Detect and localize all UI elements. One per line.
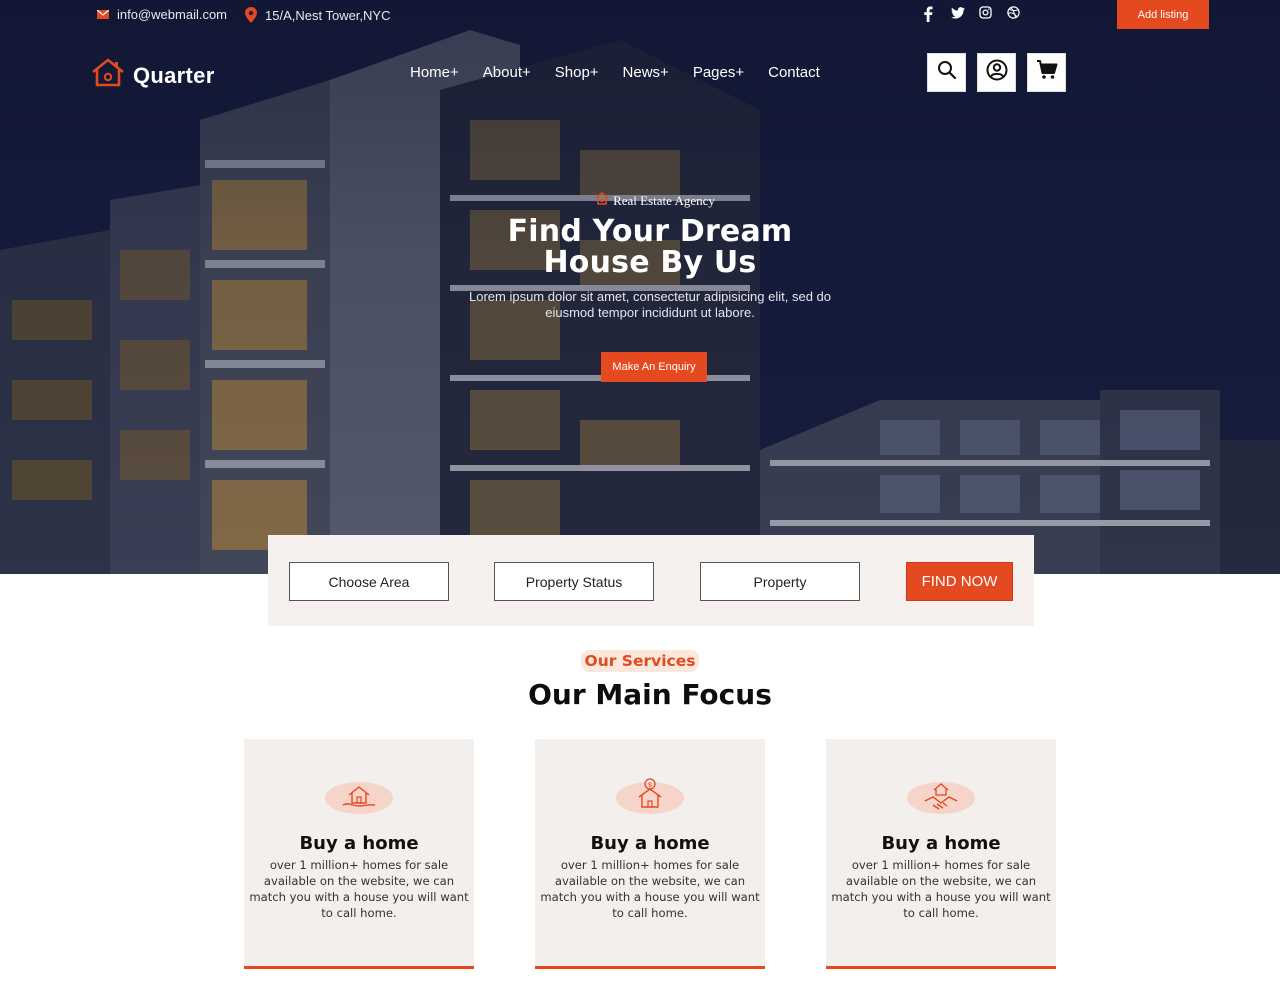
twitter-icon[interactable]: [951, 6, 965, 22]
services-eyebrow-wrap: Our Services: [0, 650, 1280, 672]
choose-area-select[interactable]: Choose Area: [289, 562, 449, 601]
account-button[interactable]: [977, 53, 1016, 92]
house-dollar-icon: $: [614, 775, 686, 824]
service-card[interactable]: $ Buy a home over 1 million+ homes for s…: [535, 739, 765, 969]
service-card-description: over 1 million+ homes for sale available…: [540, 858, 760, 920]
cart-button[interactable]: [1027, 53, 1066, 92]
facebook-icon[interactable]: [923, 6, 937, 22]
mail-icon: [97, 10, 109, 19]
top-email[interactable]: info@webmail.com: [97, 7, 227, 22]
top-bar: info@webmail.com 15/A,Nest Tower,NYC Add…: [0, 0, 1280, 30]
nav-about[interactable]: About+: [483, 64, 531, 81]
brand-name: Quarter: [133, 62, 215, 88]
service-card-title: Buy a home: [881, 833, 1001, 854]
dribbble-icon[interactable]: [1007, 6, 1021, 22]
service-card-description: over 1 million+ homes for sale available…: [831, 858, 1051, 920]
hero-section: info@webmail.com 15/A,Nest Tower,NYC Add…: [0, 0, 1280, 574]
cart-icon: [1036, 60, 1058, 85]
top-address-text: 15/A,Nest Tower,NYC: [265, 7, 391, 23]
service-icon-wrap: [244, 769, 474, 829]
house-hand-icon: [323, 775, 395, 824]
property-search-box: Choose Area Property Status Property FIN…: [268, 535, 1034, 626]
main-nav: Home+ About+ Shop+ News+ Pages+ Contact: [410, 64, 820, 81]
top-address: 15/A,Nest Tower,NYC: [245, 7, 390, 23]
make-enquiry-button[interactable]: Make An Enquiry: [601, 352, 707, 382]
user-icon: [986, 59, 1008, 86]
small-house-icon: [595, 192, 609, 209]
hero-eyebrow: Real Estate Agency: [0, 192, 1280, 209]
hero-eyebrow-text: Real Estate Agency: [613, 192, 715, 208]
top-email-text: info@webmail.com: [117, 7, 228, 22]
add-listing-button[interactable]: Add listing: [1117, 0, 1209, 29]
service-card[interactable]: Buy a home over 1 million+ homes for sal…: [826, 739, 1056, 969]
handshake-house-icon: [905, 775, 977, 824]
svg-text:$: $: [648, 781, 652, 789]
search-button[interactable]: [927, 53, 966, 92]
search-icon: [937, 60, 957, 85]
service-icon-wrap: [826, 769, 1056, 829]
social-links: [923, 6, 1021, 22]
location-pin-icon: [245, 7, 257, 23]
nav-contact[interactable]: Contact: [768, 64, 820, 81]
services-title: Our Main Focus: [528, 678, 772, 711]
services-eyebrow: Our Services: [580, 650, 700, 672]
nav-home[interactable]: Home+: [410, 64, 459, 81]
nav-news[interactable]: News+: [623, 64, 669, 81]
hero-title-line2: House By Us: [543, 245, 757, 280]
property-select[interactable]: Property: [700, 562, 860, 601]
service-card-title: Buy a home: [590, 833, 710, 854]
hero-title: Find Your Dream House By Us: [450, 216, 850, 278]
logo-house-icon: [91, 58, 125, 93]
hero-title-line1: Find Your Dream: [507, 214, 793, 249]
nav-pages[interactable]: Pages+: [693, 64, 744, 81]
service-card-description: over 1 million+ homes for sale available…: [249, 858, 469, 920]
service-card-title: Buy a home: [299, 833, 419, 854]
property-status-select[interactable]: Property Status: [494, 562, 654, 601]
service-icon-wrap: $: [535, 769, 765, 829]
find-now-button[interactable]: FIND NOW: [906, 562, 1013, 601]
nav-shop[interactable]: Shop+: [555, 64, 599, 81]
hero-description: Lorem ipsum dolor sit amet, consectetur …: [468, 289, 831, 320]
logo[interactable]: Quarter: [91, 58, 215, 93]
instagram-icon[interactable]: [979, 6, 993, 22]
service-card[interactable]: Buy a home over 1 million+ homes for sal…: [244, 739, 474, 969]
